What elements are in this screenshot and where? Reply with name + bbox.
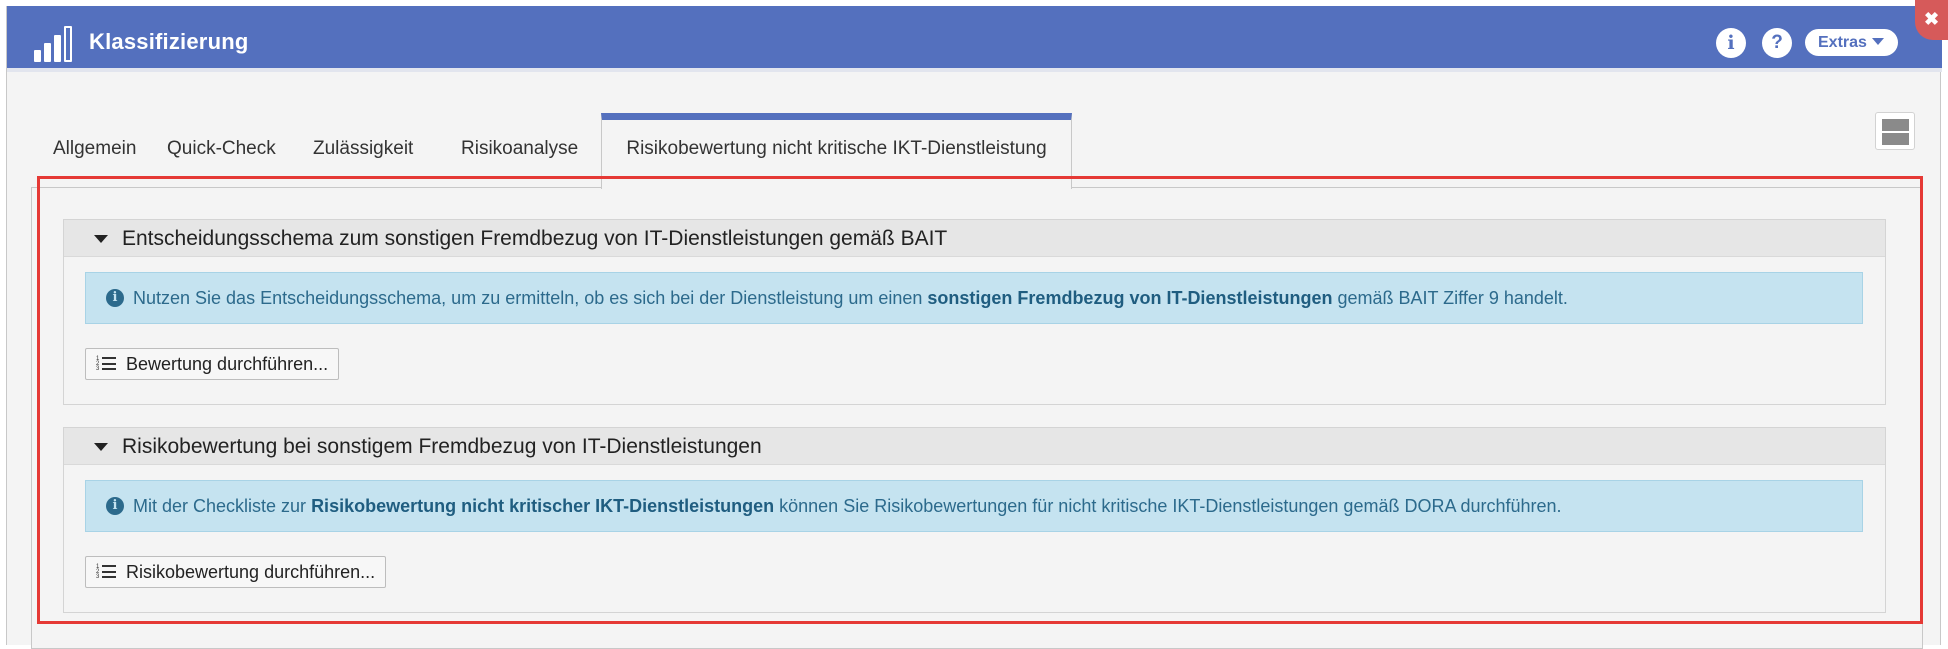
bewertung-durchfuehren-button[interactable]: 123 Bewertung durchführen... (85, 348, 340, 380)
dialog-window: Klassifizierung i ? Extras Allgemein Qui… (6, 6, 1942, 649)
info-text-before: Mit der Checkliste zur (133, 496, 312, 516)
tab-allgemein[interactable]: Allgemein (53, 138, 136, 160)
info-alert: i Nutzen Sie das Entscheidungsschema, um… (85, 272, 1863, 324)
close-button[interactable]: ✖ (1915, 0, 1948, 40)
button-label: Bewertung durchführen... (126, 354, 329, 374)
extras-dropdown-button[interactable]: Extras (1805, 29, 1898, 56)
info-circle-icon: i (1727, 32, 1735, 54)
layout-rows-icon-lower (1882, 133, 1909, 145)
title-bar: Klassifizierung i ? Extras (7, 6, 1942, 72)
caret-down-icon (1871, 38, 1884, 45)
tab-zulaessigkeit[interactable]: Zulässigkeit (313, 138, 413, 160)
panel-header[interactable]: Entscheidungsschema zum sonstigen Fremdb… (64, 220, 1885, 257)
info-alert: i Mit der Checkliste zur Risikobewertung… (85, 480, 1863, 532)
tab-risikoanalyse[interactable]: Risikoanalyse (461, 138, 578, 160)
window-title: Klassifizierung (89, 29, 249, 54)
ordered-list-icon: 123 (96, 356, 116, 372)
question-circle-icon: ? (1771, 32, 1783, 53)
info-text-after: gemäß BAIT Ziffer 9 handelt. (1332, 288, 1568, 308)
panel-header[interactable]: Risikobewertung bei sonstigem Fremdbezug… (64, 428, 1885, 465)
info-text-after: können Sie Risikobewertungen für nicht k… (774, 496, 1562, 516)
panel-title: Entscheidungsschema zum sonstigen Fremdb… (122, 227, 948, 250)
panel-entscheidungsschema: Entscheidungsschema zum sonstigen Fremdb… (63, 219, 1886, 405)
bar-chart-icon (34, 22, 78, 62)
info-circle-icon: i (106, 497, 124, 515)
tab-risikobewertung[interactable]: Risikobewertung nicht kritische IKT-Dien… (601, 113, 1072, 189)
help-button[interactable]: ? (1762, 28, 1792, 58)
info-text-bold: sonstigen Fremdbezug von IT-Dienstleistu… (927, 288, 1333, 308)
button-label: Risikobewertung durchführen... (126, 562, 376, 582)
layout-toggle-button[interactable] (1875, 112, 1915, 150)
risikobewertung-durchfuehren-button[interactable]: 123 Risikobewertung durchführen... (85, 556, 387, 588)
close-icon: ✖ (1923, 9, 1940, 29)
info-button[interactable]: i (1716, 28, 1746, 58)
info-text-before: Nutzen Sie das Entscheidungsschema, um z… (133, 288, 928, 308)
info-text-bold: Risikobewertung nicht kritischer IKT-Die… (311, 496, 775, 516)
layout-rows-icon (1882, 119, 1909, 131)
ordered-list-icon: 123 (96, 564, 116, 580)
panel-title: Risikobewertung bei sonstigem Fremdbezug… (122, 435, 762, 458)
extras-label: Extras (1818, 34, 1867, 51)
triangle-down-icon (94, 235, 108, 243)
tab-quick-check[interactable]: Quick-Check (167, 138, 276, 160)
panel-risikobewertung: Risikobewertung bei sonstigem Fremdbezug… (63, 427, 1886, 613)
info-circle-icon: i (106, 289, 124, 307)
triangle-down-icon (94, 443, 108, 451)
